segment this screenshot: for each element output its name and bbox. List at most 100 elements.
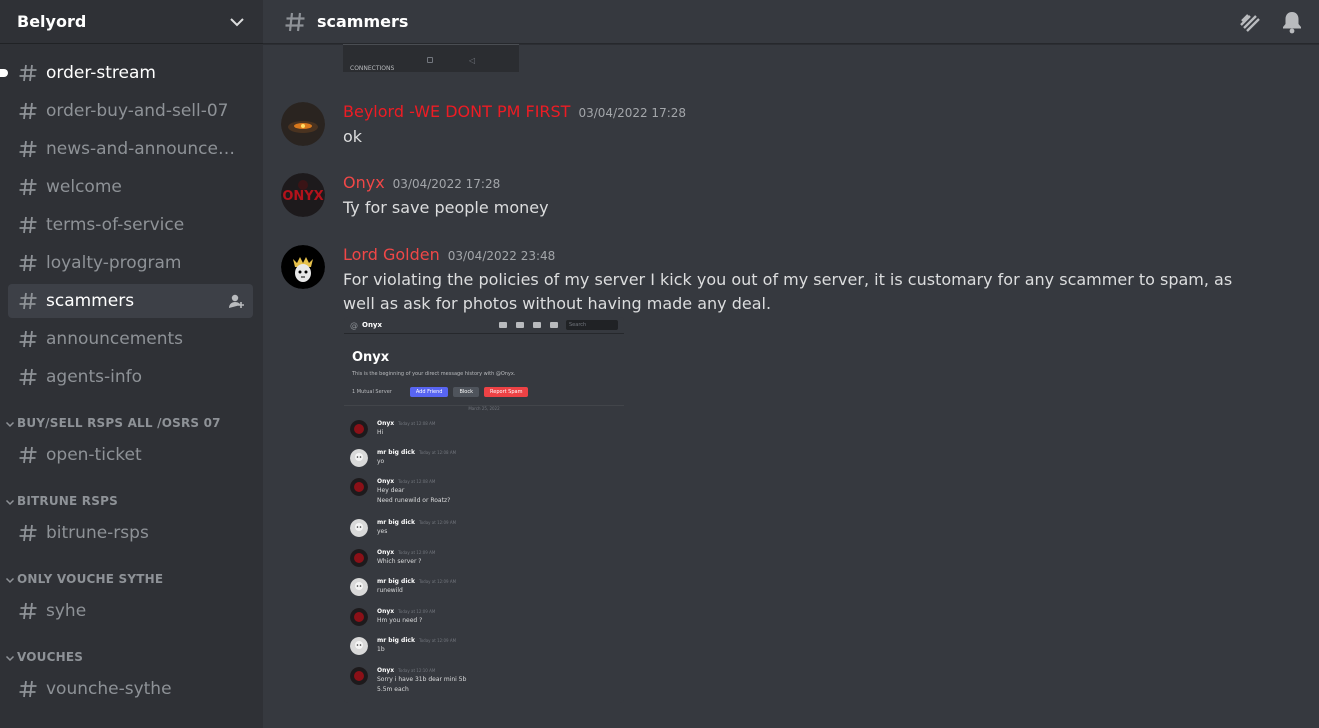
chevron-down-icon[interactable] <box>227 12 247 32</box>
attachment-chat-time: Today at 12:09 AM <box>418 520 457 525</box>
category-header[interactable]: VOUCHES <box>0 632 263 672</box>
attachment-chat-line: runewild <box>377 587 403 594</box>
channel-label: order-buy-and-sell-07 <box>46 101 229 121</box>
channel-sidebar: Belyord order-stream order-buy-and-sell-0… <box>0 0 263 728</box>
category-header[interactable]: BUY/SELL RSPS ALL /OSRS 07 <box>0 398 263 438</box>
channel-title: scammers <box>317 12 409 31</box>
channel-item[interactable]: syhe <box>8 594 253 628</box>
attachment-search: Search <box>566 320 618 330</box>
message-item: ONYX Onyx 03/04/2022 17:28 Ty for save p… <box>281 173 1299 223</box>
previous-attachment-image[interactable]: CONNECTIONS ◁ <box>343 44 519 72</box>
hashtag-icon <box>19 330 37 348</box>
attachment-image[interactable]: @ Onyx Search Onyx This is the beginning… <box>344 317 624 703</box>
report-spam-button: Report Spam <box>484 387 529 397</box>
hashtag-icon <box>19 524 37 542</box>
channel-header: scammers <box>263 0 1319 44</box>
channel-item[interactable]: announcements <box>8 322 253 356</box>
attachment-chat-time: Today at 12:09 AM <box>418 638 457 643</box>
channel-item[interactable]: bitrune-rsps <box>8 516 253 550</box>
avatar <box>350 549 368 567</box>
attachment-dm-header: @ Onyx Search <box>344 317 624 334</box>
unread-indicator <box>0 69 8 77</box>
square-icon <box>427 57 433 63</box>
avatar <box>350 478 368 496</box>
category-header[interactable]: BITRUNE RSPS <box>0 476 263 516</box>
channel-label: loyalty-program <box>46 253 182 273</box>
hashtag-icon <box>19 292 37 310</box>
hashtag-icon <box>19 446 37 464</box>
attachment-chat-author: Onyx <box>377 478 395 485</box>
attachment-chat-author: Onyx <box>377 549 395 556</box>
avatar[interactable]: ONYX <box>281 173 325 217</box>
category-label: BUY/SELL RSPS ALL /OSRS 07 <box>17 416 221 430</box>
avatar <box>350 608 368 626</box>
hashtag-icon <box>19 64 37 82</box>
channel-item[interactable]: news-and-announceme... <box>8 132 253 166</box>
avatar <box>350 667 368 685</box>
channel-item[interactable]: terms-of-service <box>8 208 253 242</box>
channel-label: bitrune-rsps <box>46 523 149 543</box>
add-user-icon <box>550 322 558 328</box>
avatar <box>350 420 368 438</box>
attachment-chat-line: Need runewild or Roatz? <box>377 497 451 504</box>
back-triangle-icon: ◁ <box>469 56 476 65</box>
attachment-dm-name: Onyx <box>362 321 383 329</box>
channel-item[interactable]: scammers <box>8 284 253 318</box>
avatar <box>350 637 368 655</box>
add-friend-button: Add Friend <box>409 387 449 397</box>
attachment-chat-line: 5.5m each <box>377 686 409 693</box>
channel-label: scammers <box>46 291 135 311</box>
category-header[interactable]: ONLY VOUCHE SYTHE <box>0 554 263 594</box>
channel-label: open-ticket <box>46 445 142 465</box>
message-author[interactable]: Onyx <box>343 173 385 192</box>
channel-item[interactable]: vounche-sythe <box>8 672 253 706</box>
channel-list: order-stream order-buy-and-sell-07 news-an… <box>0 44 263 706</box>
channel-item[interactable]: order-buy-and-sell-07 <box>8 94 253 128</box>
channel-label: announcements <box>46 329 184 349</box>
attachment-chat-author: mr big dick <box>377 578 415 585</box>
hashtag-icon <box>19 178 37 196</box>
hashtag-icon <box>19 216 37 234</box>
attachment-chat-time: Today at 12:10 AM <box>398 668 436 673</box>
chevron-down-icon <box>5 499 15 506</box>
notification-bell-icon[interactable] <box>1279 9 1305 35</box>
channel-label: welcome <box>46 177 122 197</box>
attachment-chat-time: Today at 12:09 AM <box>398 609 436 614</box>
message-item: Beylord -WE DONT PM FIRST 03/04/2022 17:… <box>281 102 1299 152</box>
attachment-actions: 1 Mutual Server Add Friend Block Report … <box>352 387 529 397</box>
message-text: For violating the policies of my server … <box>343 270 1233 313</box>
attachment-caption: CONNECTIONS <box>350 65 395 72</box>
channel-label: agents-info <box>46 367 142 387</box>
attachment-title: Onyx <box>352 350 390 365</box>
attachment-subtitle: This is the beginning of your direct mes… <box>352 371 516 377</box>
message-author[interactable]: Lord Golden <box>343 245 440 264</box>
attachment-chat-author: Onyx <box>377 667 395 674</box>
attachment-chat-line: yes <box>377 528 388 535</box>
attachment-chat-author: Onyx <box>377 608 395 615</box>
message-timestamp: 03/04/2022 17:28 <box>578 106 687 120</box>
message-text: ok <box>343 127 363 146</box>
message-author[interactable]: Beylord -WE DONT PM FIRST <box>343 102 570 121</box>
server-header[interactable]: Belyord <box>0 0 263 44</box>
hashtag-icon <box>19 140 37 158</box>
attachment-chat-line: yo <box>377 458 385 465</box>
channel-item[interactable]: open-ticket <box>8 438 253 472</box>
attachment-chat-time: Today at 12:09 AM <box>398 550 436 555</box>
avatar <box>350 578 368 596</box>
avatar[interactable] <box>281 102 325 146</box>
threads-icon[interactable] <box>1237 9 1263 35</box>
channel-item[interactable]: agents-info <box>8 360 253 394</box>
channel-item[interactable]: welcome <box>8 170 253 204</box>
hashtag-icon <box>285 12 305 31</box>
add-member-icon[interactable] <box>227 292 245 310</box>
avatar[interactable] <box>281 245 325 289</box>
channel-item[interactable]: order-stream <box>0 56 253 90</box>
attachment-chat-line: Hm you need ? <box>377 617 423 624</box>
chevron-down-icon <box>5 655 15 662</box>
avatar <box>350 519 368 537</box>
message-timestamp: 03/04/2022 17:28 <box>392 177 501 191</box>
channel-item[interactable]: loyalty-program <box>8 246 253 280</box>
category-label: ONLY VOUCHE SYTHE <box>17 572 164 586</box>
channel-label: syhe <box>46 601 87 621</box>
attachment-chat-author: mr big dick <box>377 449 415 456</box>
